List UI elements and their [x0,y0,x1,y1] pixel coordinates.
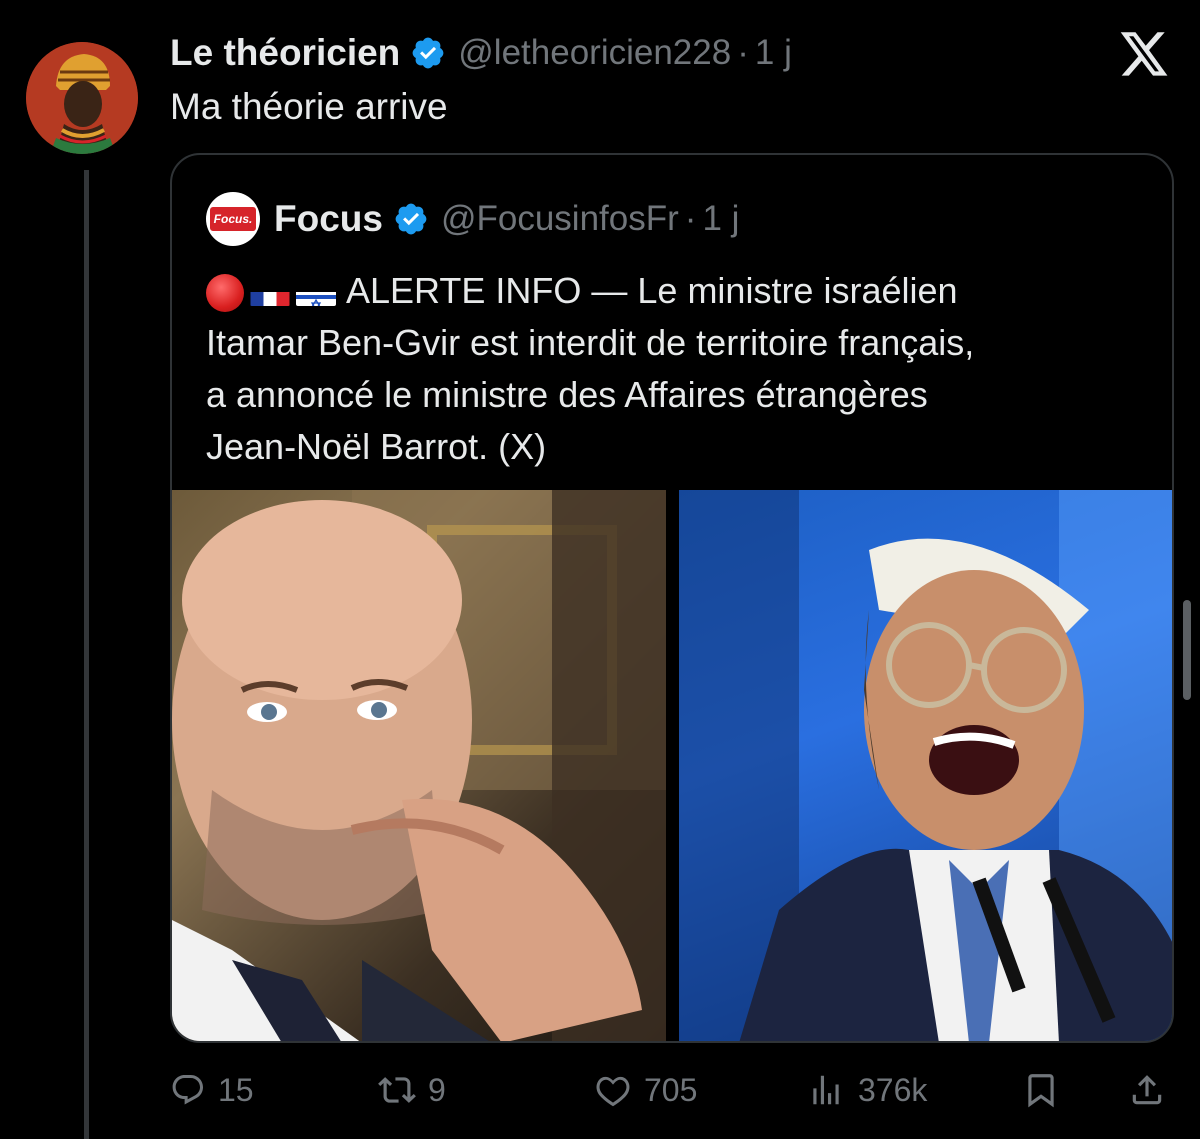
post-text: Ma théorie arrive [170,86,448,127]
red-circle-icon [206,274,244,313]
quoted-text-line-4: Jean-Noël Barrot. (X) [206,426,547,467]
views-icon [806,1071,846,1109]
share-button[interactable] [1128,1062,1166,1118]
quoted-author-handle[interactable]: @FocusinfosFr [441,199,679,239]
author-name[interactable]: Le théoricien [170,32,400,74]
like-button[interactable]: 705 [594,1062,697,1118]
scrollbar-thumb[interactable] [1183,600,1191,700]
photo-man-shouting[interactable] [679,490,1172,1041]
action-bar: 15 9 705 376k [170,1062,1170,1118]
share-icon [1128,1071,1166,1109]
separator-dot: · [737,33,749,72]
quoted-author-name[interactable]: Focus [274,198,383,240]
quoted-post-header: Focus. Focus @FocusinfosFr · 1 j [206,192,739,246]
repost-count: 9 [428,1071,446,1108]
focus-avatar[interactable]: Focus. [206,192,260,246]
like-count: 705 [644,1071,698,1108]
bookmark-button[interactable] [1022,1062,1060,1118]
quoted-text-line-1: ALERTE INFO — Le ministre israélien [346,270,958,311]
repost-button[interactable]: 9 [378,1062,446,1118]
focus-logo-text: Focus. [209,207,257,231]
bookmark-icon [1022,1071,1060,1109]
emoji-group [206,274,336,313]
reply-icon [170,1072,206,1108]
author-avatar[interactable] [26,42,138,154]
reply-button[interactable]: 15 [170,1062,254,1118]
verified-badge-icon [410,35,446,71]
separator-dot: · [684,199,697,238]
photo-man-thinking[interactable] [172,490,666,1041]
views-button[interactable]: 376k [806,1062,927,1118]
heart-icon [594,1071,632,1109]
repost-icon [378,1071,416,1109]
verified-badge-icon [393,201,429,237]
post-header: Le théoricien @letheoricien228 · 1 j [170,30,792,76]
x-logo-icon [1118,30,1170,80]
thread-line [84,170,89,1139]
author-handle[interactable]: @letheoricien228 [458,33,731,73]
quoted-text-line-3: a annoncé le ministre des Affaires étran… [206,374,928,415]
quoted-post-time[interactable]: 1 j [702,199,739,239]
flag-israel-icon [296,280,336,307]
quoted-text-line-2: Itamar Ben-Gvir est interdit de territoi… [206,322,975,363]
flag-france-icon [250,280,290,307]
quoted-text-line: ALERTE INFO — Le ministre israélien [206,265,1156,317]
views-count: 376k [858,1071,928,1108]
quoted-post[interactable]: Focus. Focus @FocusinfosFr · 1 j ALERTE … [170,153,1174,1043]
quoted-post-text: ALERTE INFO — Le ministre israélien Itam… [206,265,1156,473]
avatar-illustration [26,42,138,154]
post-time[interactable]: 1 j [755,33,792,73]
reply-count: 15 [218,1071,254,1108]
